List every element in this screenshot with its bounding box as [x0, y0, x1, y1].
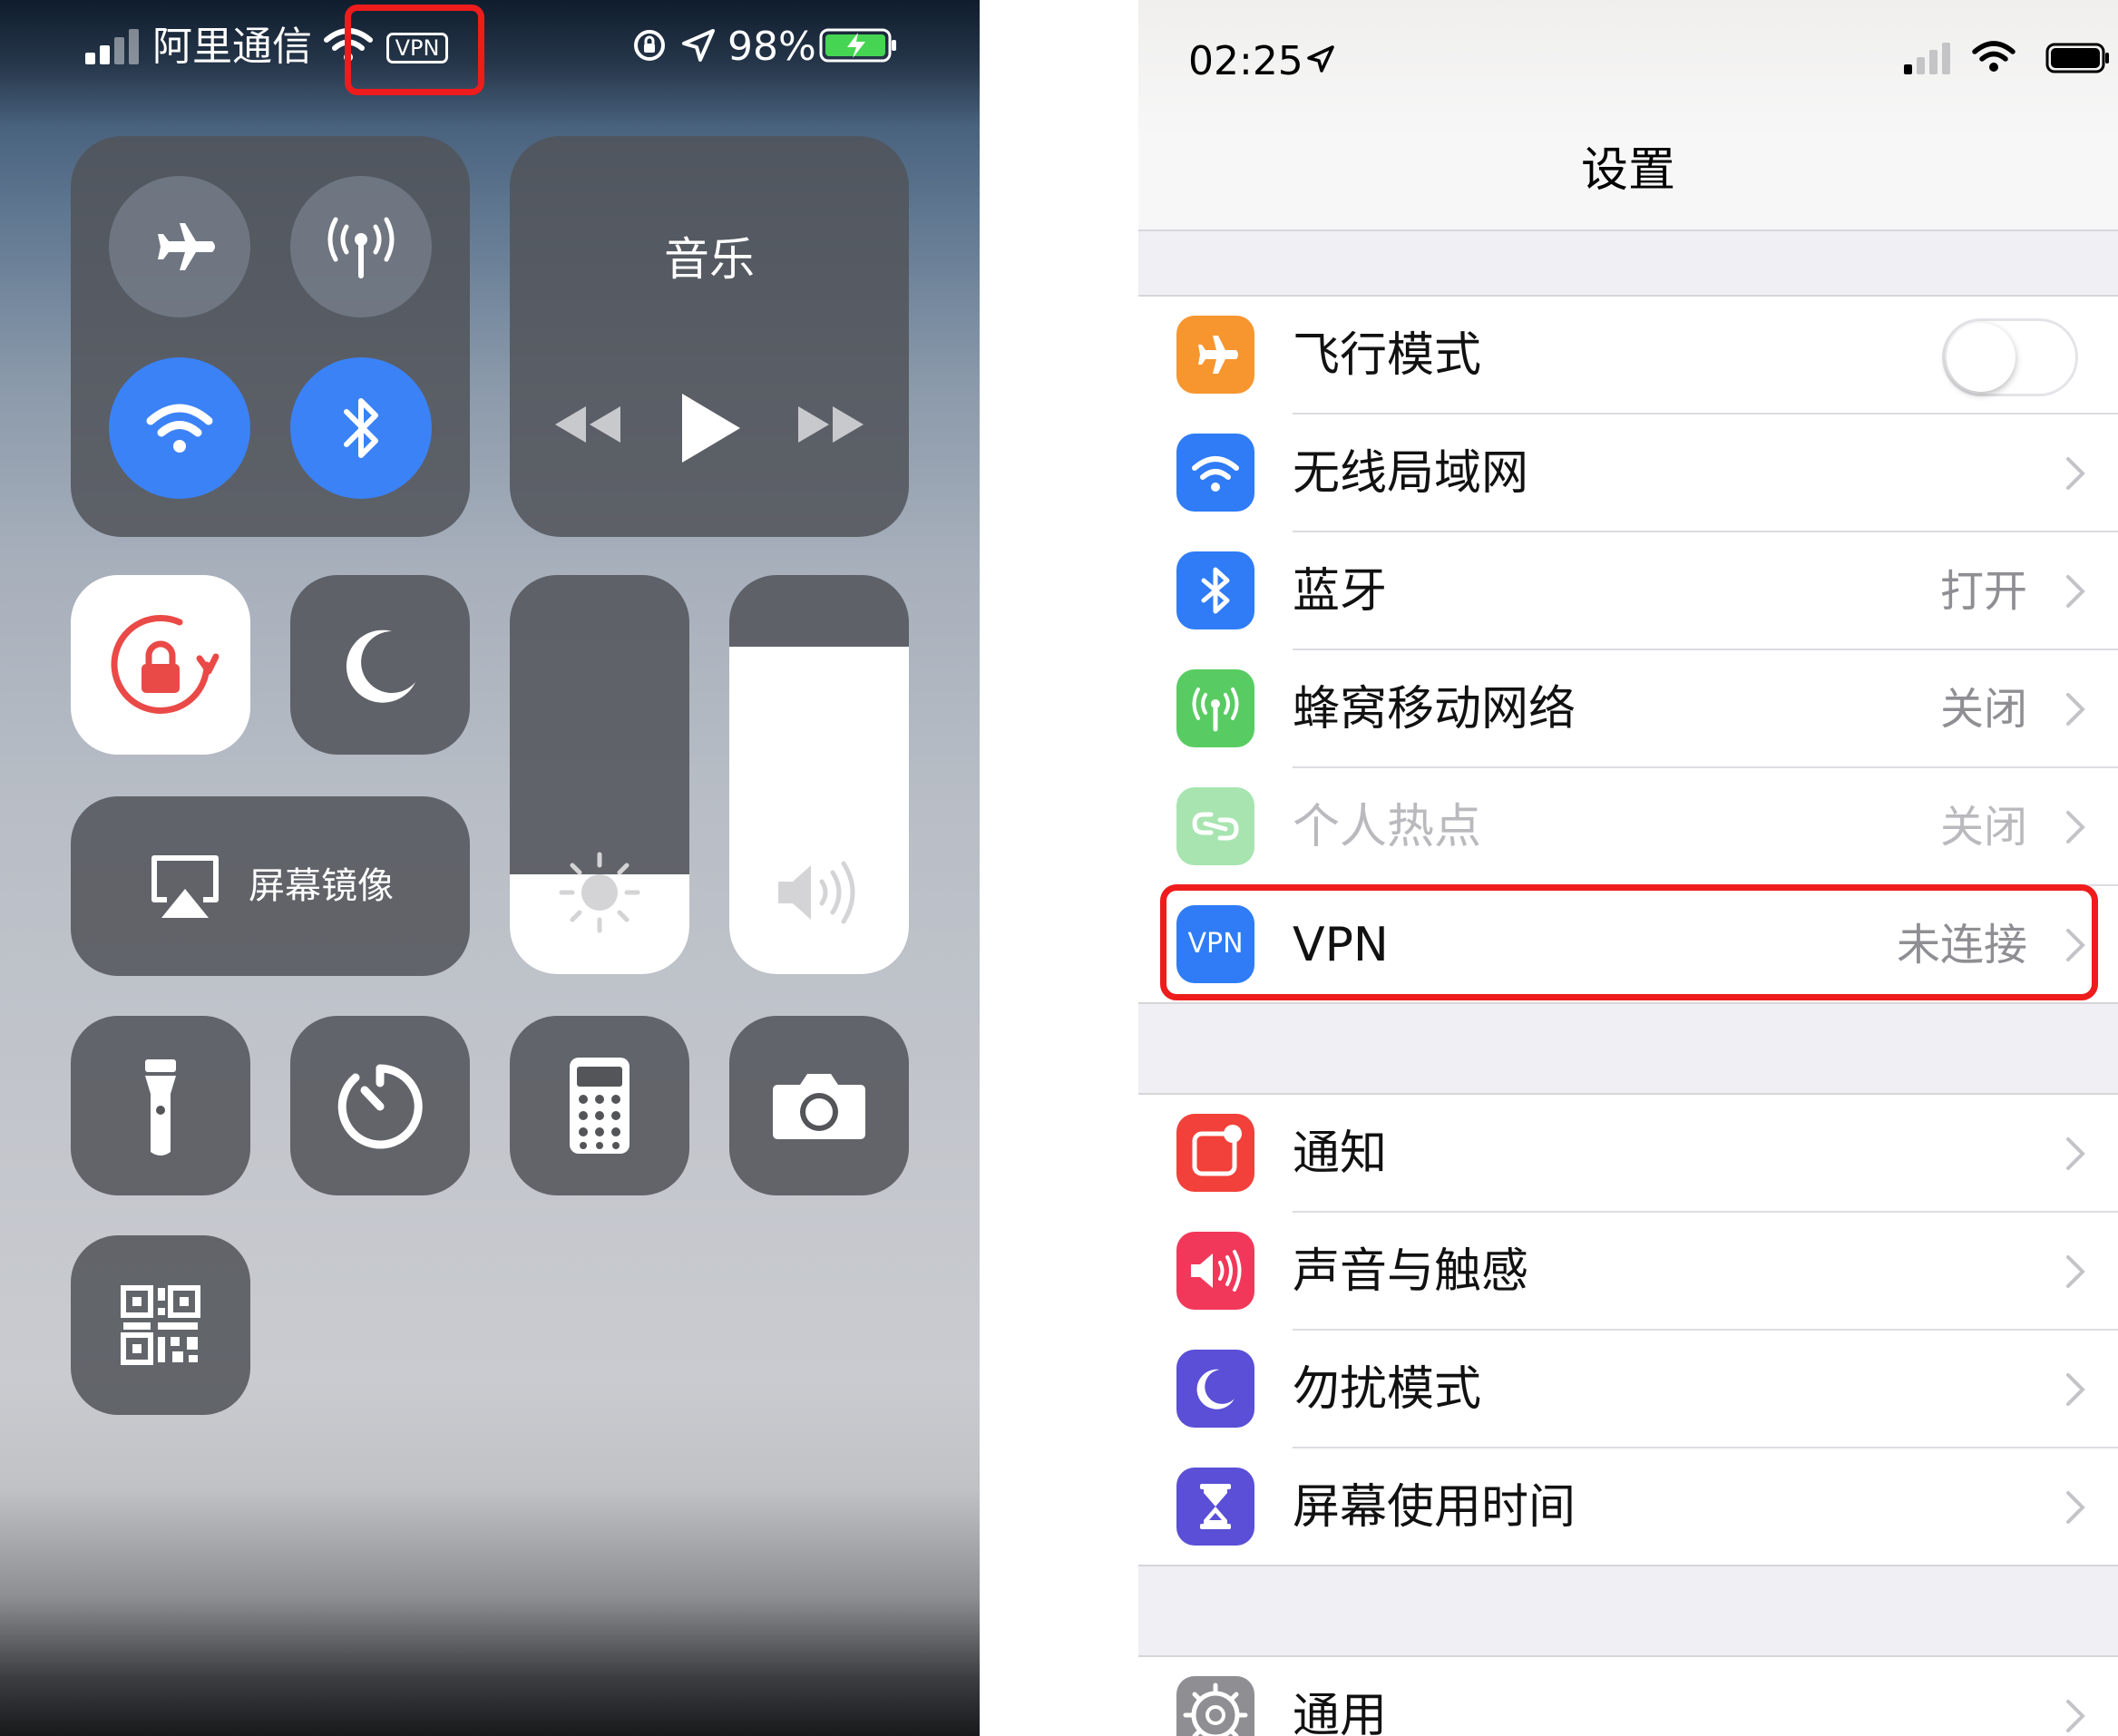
carrier-name: 阿里通信	[152, 24, 312, 70]
cellular-icon	[1176, 669, 1254, 747]
wifi-icon	[1176, 434, 1254, 512]
vpn-highlight-box	[1160, 884, 2098, 1000]
orientation-lock-icon	[111, 615, 220, 714]
signal-strength-icon	[1904, 43, 1950, 74]
bluetooth-status-value: 打开	[1939, 566, 2027, 617]
moon-icon	[346, 629, 415, 703]
connectivity-module	[71, 136, 470, 537]
settings-group-general: 通用	[1138, 1655, 2118, 1736]
settings-row-bluetooth[interactable]: 蓝牙 打开	[1138, 532, 2118, 650]
wifi-icon	[146, 404, 213, 453]
control-center-screenshot: 阿里通信 VPN 98% 音乐 屏幕镜像	[0, 0, 980, 1736]
settings-row-general[interactable]: 通用	[1138, 1657, 2118, 1736]
chevron-right-icon	[2066, 1700, 2085, 1732]
battery-percentage: 98%	[727, 24, 816, 70]
chevron-right-icon	[2066, 693, 2085, 726]
settings-row-notifications[interactable]: 通知	[1138, 1095, 2118, 1213]
settings-row-screen-time[interactable]: 屏幕使用时间	[1138, 1448, 2118, 1566]
music-title: 音乐	[664, 233, 755, 286]
airplane-icon	[1176, 316, 1254, 394]
cellular-status-value: 关闭	[1939, 684, 2027, 735]
qr-code-icon	[121, 1285, 200, 1365]
location-icon	[682, 29, 715, 62]
status-time: 02:25	[1188, 38, 1303, 84]
settings-row-cellular[interactable]: 蜂窝移动网络 关闭	[1138, 650, 2118, 768]
hotspot-icon	[1176, 787, 1254, 865]
battery-icon	[2045, 43, 2109, 73]
chevron-right-icon	[2066, 575, 2085, 608]
flashlight-icon	[145, 1059, 176, 1156]
orientation-lock-button[interactable]	[71, 575, 250, 755]
brightness-icon	[559, 852, 640, 933]
qr-code-scanner-button[interactable]	[71, 1235, 250, 1415]
chevron-right-icon	[2066, 811, 2085, 844]
battery-charging-icon	[819, 28, 896, 63]
orientation-lock-icon	[634, 30, 665, 61]
camera-icon	[773, 1074, 865, 1139]
settings-navbar: 02:25 设置	[1138, 0, 2118, 231]
location-arrow-icon	[1307, 45, 1334, 73]
chevron-right-icon	[2066, 1255, 2085, 1288]
airplay-icon	[151, 855, 219, 918]
chevron-right-icon	[2066, 1491, 2085, 1524]
volume-slider[interactable]	[729, 575, 909, 974]
settings-row-wifi[interactable]: 无线局域网	[1138, 414, 2118, 532]
screen-mirroring-button[interactable]: 屏幕镜像	[71, 796, 470, 976]
wifi-toggle[interactable]	[109, 357, 250, 499]
play-icon[interactable]	[673, 390, 746, 466]
signal-strength-icon	[85, 29, 139, 64]
timer-icon	[337, 1064, 423, 1149]
bluetooth-icon	[344, 398, 378, 458]
cellular-data-toggle[interactable]	[290, 176, 432, 317]
do-not-disturb-button[interactable]	[290, 575, 470, 755]
fast-forward-icon[interactable]	[793, 399, 869, 450]
gear-icon	[1176, 1676, 1254, 1736]
calculator-button[interactable]	[510, 1016, 689, 1195]
chevron-right-icon	[2066, 1137, 2085, 1170]
camera-button[interactable]	[729, 1016, 909, 1195]
brightness-slider[interactable]	[510, 575, 689, 974]
airplane-icon	[158, 223, 215, 270]
settings-row-airplane-mode[interactable]: 飞行模式	[1138, 297, 2118, 414]
settings-row-personal-hotspot[interactable]: 个人热点 关闭	[1138, 768, 2118, 886]
vpn-highlight-box	[345, 5, 484, 95]
antenna-icon	[327, 217, 395, 278]
airplane-mode-toggle[interactable]	[109, 176, 250, 317]
settings-screenshot: 02:25 设置 飞行模式 无线局域网 蓝牙 打开 蜂窝移动网络 关闭 个人热点…	[1138, 0, 2118, 1736]
hourglass-icon	[1176, 1468, 1254, 1546]
settings-row-do-not-disturb[interactable]: 勿扰模式	[1138, 1331, 2118, 1448]
music-module[interactable]: 音乐	[510, 136, 909, 537]
sound-icon	[1176, 1232, 1254, 1310]
speaker-icon	[778, 861, 855, 924]
timer-button[interactable]	[290, 1016, 470, 1195]
airplane-mode-switch[interactable]	[1942, 318, 2078, 396]
flashlight-button[interactable]	[71, 1016, 250, 1195]
wifi-status-icon	[1972, 41, 2016, 72]
rewind-icon[interactable]	[550, 399, 626, 450]
screen-mirroring-label: 屏幕镜像	[249, 865, 394, 907]
settings-group-notifications: 通知 声音与触感 勿扰模式 屏幕使用时间	[1138, 1093, 2118, 1566]
chevron-right-icon	[2066, 1373, 2085, 1406]
bluetooth-icon	[1176, 551, 1254, 629]
calculator-icon	[570, 1058, 630, 1154]
hotspot-status-value: 关闭	[1939, 802, 2027, 853]
bluetooth-toggle[interactable]	[290, 357, 432, 499]
notifications-icon	[1176, 1114, 1254, 1192]
chevron-right-icon	[2066, 457, 2085, 490]
moon-icon	[1176, 1350, 1254, 1428]
settings-row-sounds[interactable]: 声音与触感	[1138, 1213, 2118, 1331]
page-title: 设置	[1580, 143, 1675, 198]
